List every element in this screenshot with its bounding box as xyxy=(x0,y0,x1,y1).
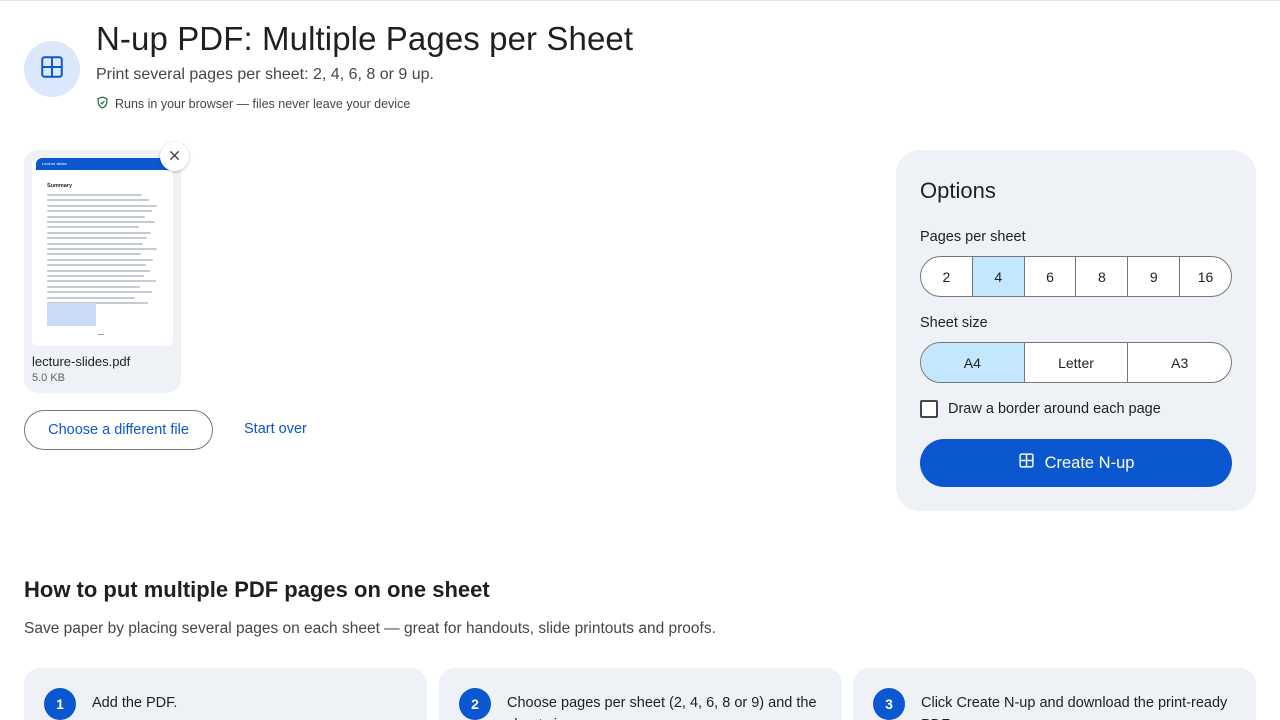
remove-file-button[interactable] xyxy=(160,142,189,171)
step-text: Choose pages per sheet (2, 4, 6, 8 or 9)… xyxy=(507,695,817,720)
close-icon xyxy=(169,148,180,166)
privacy-note: Runs in your browser — files never leave… xyxy=(96,96,410,112)
step-number: 1 xyxy=(44,688,76,720)
page-title: N-up PDF: Multiple Pages per Sheet xyxy=(96,20,634,57)
thumbnail-text-line xyxy=(47,231,151,234)
thumbnail-image-block xyxy=(47,303,96,326)
thumbnail-text-line xyxy=(47,204,157,207)
thumbnail-text-line xyxy=(47,248,157,250)
create-nup-label: Create N-up xyxy=(1044,453,1135,472)
thumbnail-bar-text: Lecture slides xyxy=(42,161,67,166)
privacy-note-text: Runs in your browser — files never leave… xyxy=(115,97,411,111)
page-subtitle: Print several pages per sheet: 2, 4, 6, … xyxy=(96,66,434,83)
grid-icon xyxy=(39,54,65,85)
pages-per-sheet-option-16[interactable]: 16 xyxy=(1179,257,1231,296)
thumbnail-page-number xyxy=(98,334,104,335)
pages-per-sheet-option-4[interactable]: 4 xyxy=(971,257,1024,296)
sheet-size-selector: A4 Letter A3 xyxy=(920,342,1232,383)
pages-per-sheet-selector: 2 4 6 8 9 16 xyxy=(920,256,1232,297)
sheet-size-option-a3[interactable]: A3 xyxy=(1127,343,1231,382)
thumbnail-text-line xyxy=(47,291,152,294)
border-option: Draw a border around each page xyxy=(920,400,1161,418)
thumbnail-text-line xyxy=(47,226,139,229)
border-checkbox-label: Draw a border around each page xyxy=(948,401,1161,417)
step-card: 2 Choose pages per sheet (2, 4, 6, 8 or … xyxy=(439,668,842,720)
step-number: 2 xyxy=(459,688,491,720)
sheet-size-label: Sheet size xyxy=(920,315,988,331)
thumbnail-text-line xyxy=(47,264,146,267)
pages-per-sheet-option-2[interactable]: 2 xyxy=(921,257,972,296)
thumbnail-text-line xyxy=(47,215,145,218)
pages-per-sheet-option-9[interactable]: 9 xyxy=(1127,257,1179,296)
file-size: 5.0 KB xyxy=(32,372,66,384)
thumbnail-text-line xyxy=(47,237,147,240)
pages-per-sheet-label: Pages per sheet xyxy=(920,229,1026,245)
sheet-size-option-letter[interactable]: Letter xyxy=(1023,343,1128,382)
step-card: 3 Click Create N-up and download the pri… xyxy=(853,668,1256,720)
grid-icon xyxy=(1018,452,1035,474)
thumbnail-heading: Summary xyxy=(47,183,73,189)
thumbnail-text-line xyxy=(47,221,155,223)
step-text: Add the PDF. xyxy=(92,695,178,711)
howto-subtitle: Save paper by placing several pages on e… xyxy=(24,620,716,637)
options-title: Options xyxy=(920,178,996,203)
thumbnail-text-line xyxy=(47,275,144,277)
thumbnail-text-line xyxy=(47,269,150,272)
thumbnail-text-line xyxy=(47,253,141,256)
thumbnail-text-line xyxy=(47,258,153,261)
thumbnail-text-line xyxy=(47,242,143,245)
start-over-button[interactable]: Start over xyxy=(244,421,307,437)
pages-per-sheet-option-6[interactable]: 6 xyxy=(1023,257,1076,296)
border-checkbox[interactable] xyxy=(920,400,938,418)
thumbnail-text-line xyxy=(47,194,142,196)
howto-title: How to put multiple PDF pages on one she… xyxy=(24,577,490,602)
thumbnail-text-line xyxy=(47,280,156,283)
step-card: 1 Add the PDF. xyxy=(24,668,427,720)
thumbnail-text-line xyxy=(47,296,135,299)
thumbnail-text-line xyxy=(47,199,149,202)
create-nup-button[interactable]: Create N-up xyxy=(920,439,1232,487)
choose-different-file-button[interactable]: Choose a different file xyxy=(24,410,213,450)
pages-per-sheet-option-8[interactable]: 8 xyxy=(1075,257,1127,296)
step-number: 3 xyxy=(873,688,905,720)
top-divider xyxy=(0,0,1280,1)
options-panel: Options Pages per sheet 2 4 6 8 9 16 Sheet si… xyxy=(896,150,1256,511)
thumbnail-text-line xyxy=(47,210,152,213)
shield-check-icon xyxy=(96,96,109,112)
file-name: lecture-slides.pdf xyxy=(32,354,131,369)
thumbnail-text-line xyxy=(47,285,140,288)
sheet-size-option-a4[interactable]: A4 xyxy=(921,343,1024,382)
file-thumbnail: Lecture slides Summary xyxy=(32,158,173,346)
step-text: Click Create N-up and download the print… xyxy=(921,695,1228,720)
app-icon xyxy=(24,41,80,97)
